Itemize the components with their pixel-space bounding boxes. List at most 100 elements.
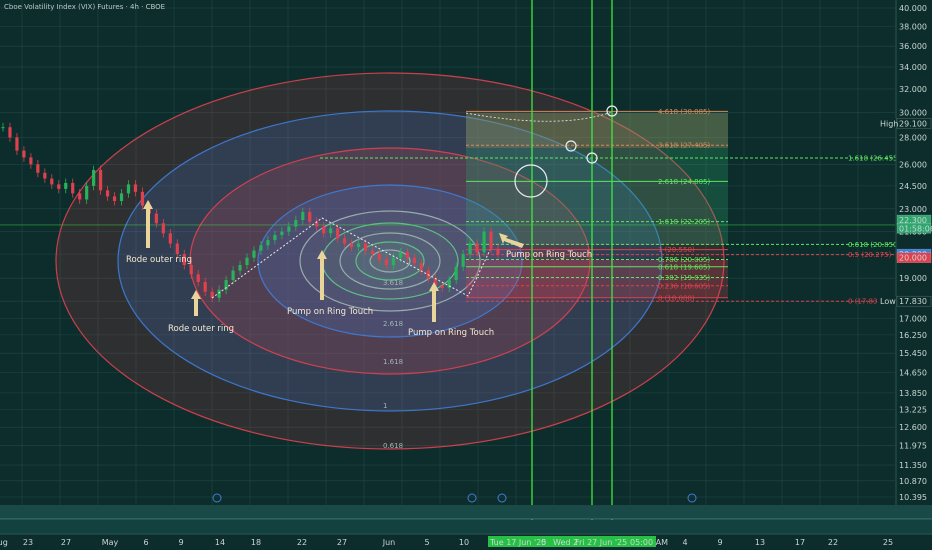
candle-body [391,257,396,266]
x-tick-label: 14 [215,538,225,547]
fib-label: 1 (20.550) [658,246,695,254]
y-tick-label: 17.000 [899,315,927,324]
y-tick-label: 14.650 [899,368,927,377]
candle-body [50,178,54,185]
candle-body [398,252,402,258]
y-tick-label: 13.850 [899,389,927,398]
candle-body [308,211,312,222]
candle-body [280,231,284,235]
ring-label: 0.618 [383,442,403,450]
x-tick-label: 6 [143,538,148,547]
candle-body [92,169,96,186]
candle-body [468,243,472,255]
annotation-label: Pump on Ring Touch [287,307,373,317]
y-tick-label: 40.000 [899,4,927,13]
candle-body [252,250,256,258]
crosshair-label: 0 [541,538,546,547]
y-tick-label: 11.975 [899,442,927,451]
candle-body [168,233,172,244]
annotation-label: Rode outer ring [126,255,192,265]
candle-body [489,231,493,249]
candle-body [475,243,479,253]
candle-body [405,252,409,258]
candle-body [112,196,117,202]
x-tick-label: Jun [382,538,396,547]
candle-body [1,127,5,129]
candle-body [482,231,486,253]
annotation-label: Rode outer ring [168,324,234,334]
candle-body [266,240,270,246]
candle-body [78,193,82,200]
ring-label: 3.618 [383,279,403,287]
candle-body [238,265,242,271]
x-tick-label: 10 [459,538,469,547]
candle-body [43,172,47,179]
price-tag-name: Low [880,297,896,306]
annotation-label: Pump on Ring Touch [408,328,494,338]
y-tick-label: 23.000 [899,205,927,214]
fib-label: 2.618 (24.805) [658,178,710,186]
candle-body [287,226,291,232]
fib-label: 4.618 (30.085) [658,108,710,116]
y-tick-label: 26.000 [899,160,927,169]
candle-body [29,157,33,165]
candle-body [370,250,375,255]
y-tick-label: 38.000 [899,23,927,32]
y-tick-label: 28.000 [899,133,927,142]
fib-label: 0.5 (20.275) [848,251,892,259]
x-tick-label: 27 [337,538,347,547]
x-tick-label: 18 [251,538,261,547]
candle-body [245,257,249,266]
x-tick-label: 9 [178,538,183,547]
y-tick-label: 12.600 [899,423,927,432]
crosshair-label: Fri 27 Jun '25 [575,538,627,547]
candle-body [105,190,110,197]
candle-body [356,243,361,248]
candle-body [36,164,40,173]
candle-body [231,270,235,281]
candle-body [461,254,465,267]
candle-body [301,211,305,221]
candle-body [8,127,12,138]
fib-ring [369,249,411,273]
x-tick-label: 22 [297,538,307,547]
candle-body [203,281,207,292]
candle-body [126,184,131,194]
y-tick-label: 34.000 [899,63,927,72]
chart-title: Cboe Volatility Index (VIX) Futures · 4h… [4,3,166,11]
candle-body [57,184,61,189]
vix-chart[interactable]: 0.618 1 1.618 2.618 3.618 4.618 (30.085) 3.61… [0,0,932,550]
y-tick-label: 32.000 [899,85,927,94]
candle-body [294,220,298,227]
price-tag: 29.100 [899,119,927,128]
candle-body [273,234,277,241]
timeline-strip [0,505,932,519]
candle-body [196,274,200,282]
candle-body [343,238,347,244]
y-tick-label: 10.395 [899,493,927,502]
candle-body [440,285,444,288]
candle-body [161,223,165,234]
candle-body [154,213,158,224]
candle-body [22,150,26,158]
candle-body [119,193,124,202]
candle-body [377,254,382,260]
y-tick-label: 13.225 [899,406,927,415]
fib-label: 0.236 (18.605) [658,282,710,290]
x-tick-label: 22 [828,538,838,547]
candle-body [412,257,416,264]
ring-label: 1 [383,402,387,410]
fib-label: 0.382 (19.035) [658,274,710,282]
ring-label: 1.618 [383,358,403,366]
x-tick-label: 27 [61,538,71,547]
y-tick-label: 19.000 [899,274,927,283]
x-tick-label: 4 [682,538,687,547]
y-tick-label: 11.350 [899,461,927,470]
candle-body [64,182,68,189]
price-tag: 01:58:06 [899,224,932,233]
y-tick-label: 24.500 [899,182,927,191]
x-tick-label: 23 [23,538,33,547]
candle-body [189,265,193,275]
fib-label: 0.618 (20.850) [848,241,900,249]
timeline-strip-lower [0,520,932,534]
